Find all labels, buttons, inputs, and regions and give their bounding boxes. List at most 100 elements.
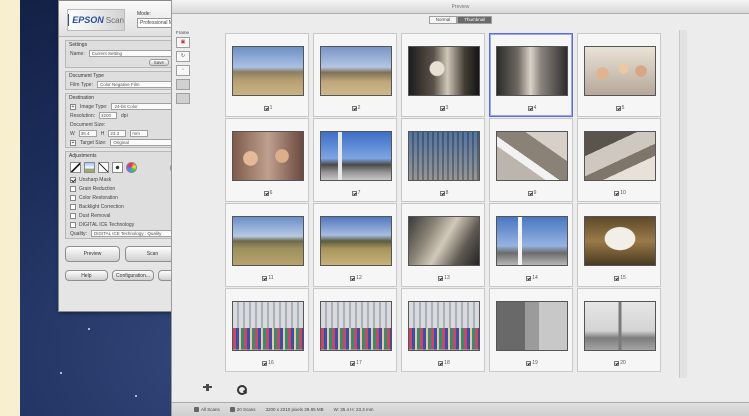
frame-label: 10 bbox=[604, 190, 636, 196]
thumbnail-image[interactable] bbox=[584, 46, 656, 96]
dimension-readout: W: 35.4 H: 23.3 mm bbox=[333, 407, 374, 412]
checkbox[interactable] bbox=[70, 221, 76, 228]
image-adjustment-icon[interactable] bbox=[84, 162, 95, 173]
zoom-icon[interactable] bbox=[236, 384, 247, 395]
expand-target-size-icon[interactable]: + bbox=[70, 139, 76, 146]
frame-checkbox[interactable] bbox=[438, 360, 444, 366]
thumbnail-frame[interactable]: 9 bbox=[489, 118, 573, 202]
frame-checkbox[interactable] bbox=[351, 190, 357, 196]
thumbnail-frame[interactable]: 10 bbox=[577, 118, 661, 202]
frame-checkbox[interactable] bbox=[614, 360, 620, 366]
color-balance-icon[interactable] bbox=[126, 162, 137, 173]
frame-checkbox[interactable] bbox=[614, 190, 620, 196]
save-setting-button[interactable]: Save bbox=[148, 59, 169, 66]
thumbnail-frame[interactable]: 3 bbox=[401, 33, 485, 117]
configuration-button[interactable]: Configuration... bbox=[111, 270, 155, 281]
color-palette-icon[interactable] bbox=[112, 162, 123, 173]
thumbnail-frame[interactable]: 18 bbox=[401, 288, 485, 372]
checkbox-label: Color Restoration bbox=[79, 194, 118, 201]
thumbnail-image[interactable] bbox=[584, 216, 656, 266]
thumbnail-image[interactable] bbox=[320, 131, 392, 181]
thumbnail-frame[interactable]: 20 bbox=[577, 288, 661, 372]
resolution-unit: dpi bbox=[121, 112, 128, 119]
thumbnail-image[interactable] bbox=[232, 131, 304, 181]
thumbnail-frame[interactable]: 7 bbox=[313, 118, 397, 202]
checkbox[interactable] bbox=[70, 194, 76, 201]
frame-checkbox[interactable] bbox=[350, 360, 356, 366]
height-input[interactable]: 23.3 bbox=[108, 130, 127, 137]
thumbnail-frame[interactable]: 5 bbox=[577, 33, 661, 117]
thumbnail-image[interactable] bbox=[320, 46, 392, 96]
checkbox[interactable] bbox=[70, 203, 76, 210]
tab-normal[interactable]: Normal bbox=[428, 16, 458, 24]
thumbnail-frame[interactable]: 2 bbox=[313, 33, 397, 117]
frame-checkbox[interactable] bbox=[527, 105, 533, 111]
checkbox[interactable] bbox=[70, 185, 76, 192]
thumbnail-frame[interactable]: 19 bbox=[489, 288, 573, 372]
expand-image-type-icon[interactable]: + bbox=[70, 103, 76, 110]
thumbnail-image[interactable] bbox=[496, 46, 568, 96]
thumbnail-image[interactable] bbox=[496, 301, 568, 351]
rotate-icon[interactable]: ↻ bbox=[176, 51, 190, 62]
thumbnail-frame[interactable]: 4 bbox=[489, 33, 573, 117]
marquee-icon[interactable] bbox=[176, 93, 190, 104]
tab-thumbnail[interactable]: Thumbnail bbox=[457, 16, 493, 24]
thumbnail-frame[interactable]: 8 bbox=[401, 118, 485, 202]
frame-checkbox[interactable] bbox=[526, 360, 532, 366]
frame-checkbox[interactable] bbox=[263, 105, 269, 111]
preview-toolbar bbox=[172, 378, 749, 402]
width-input[interactable]: 35.4 bbox=[78, 130, 97, 137]
thumbnail-frame[interactable]: 16 bbox=[225, 288, 309, 372]
thumbnail-image[interactable] bbox=[408, 216, 480, 266]
frame-checkbox[interactable] bbox=[438, 275, 444, 281]
frame-checkbox[interactable] bbox=[350, 275, 356, 281]
thumbnail-frame[interactable]: 13 bbox=[401, 203, 485, 287]
help-button[interactable]: Help bbox=[65, 270, 108, 281]
thumbnail-frame[interactable]: 1 bbox=[225, 33, 309, 117]
checkbox[interactable] bbox=[70, 212, 76, 219]
preview-button[interactable]: Preview bbox=[65, 246, 120, 262]
frame-checkbox[interactable] bbox=[263, 190, 269, 196]
pin-icon[interactable] bbox=[202, 384, 213, 395]
thumbnail-frame[interactable]: 6 bbox=[225, 118, 309, 202]
film-type-label: Film Type: bbox=[70, 81, 93, 88]
frame-checkbox[interactable] bbox=[439, 105, 445, 111]
frame-checkbox[interactable] bbox=[262, 360, 268, 366]
flip-icon[interactable] bbox=[176, 79, 190, 90]
thumbnail-frame[interactable]: 12 bbox=[313, 203, 397, 287]
frame-checkbox[interactable] bbox=[262, 275, 268, 281]
frame-checkbox[interactable] bbox=[351, 105, 357, 111]
thumbnail-frame[interactable]: 14 bbox=[489, 203, 573, 287]
thumbnail-image[interactable] bbox=[320, 301, 392, 351]
histogram-adjustment-icon[interactable] bbox=[70, 162, 81, 173]
thumbnail-image[interactable] bbox=[232, 46, 304, 96]
frame-checkbox[interactable] bbox=[615, 105, 621, 111]
thumbnail-image[interactable] bbox=[232, 216, 304, 266]
thumbnail-image[interactable] bbox=[232, 301, 304, 351]
checkbox[interactable] bbox=[70, 176, 76, 183]
checkbox-label: Backlight Correction bbox=[79, 203, 124, 210]
thumbnail-frame[interactable]: 15 bbox=[577, 203, 661, 287]
tone-correction-icon[interactable] bbox=[98, 162, 109, 173]
thumbnail-image[interactable] bbox=[496, 131, 568, 181]
thumbnail-image[interactable] bbox=[320, 216, 392, 266]
thumbnail-image[interactable] bbox=[408, 301, 480, 351]
frame-checkbox[interactable] bbox=[527, 190, 533, 196]
thumbnail-image[interactable] bbox=[496, 216, 568, 266]
unit-select[interactable]: mm bbox=[130, 130, 149, 137]
thumbnail-image[interactable] bbox=[408, 131, 480, 181]
frame-checkbox[interactable] bbox=[439, 190, 445, 196]
thumbnail-image[interactable] bbox=[584, 301, 656, 351]
thumbnail-grid: 1 2 3 4 5 6 7 8 9 10 11 12 13 14 15 16 17 18 19 20 bbox=[225, 33, 671, 373]
checkbox-label: DIGITAL ICE Technology bbox=[79, 221, 135, 228]
thumbnail-frame[interactable]: 17 bbox=[313, 288, 397, 372]
select-all-frames-icon[interactable]: ▣ bbox=[176, 37, 190, 48]
resolution-select[interactable]: 3200 bbox=[99, 112, 118, 119]
thumbnail-image[interactable] bbox=[408, 46, 480, 96]
frame-checkbox[interactable] bbox=[526, 275, 532, 281]
thumbnail-image[interactable] bbox=[584, 131, 656, 181]
thumbnail-frame[interactable]: 11 bbox=[225, 203, 309, 287]
invert-icon[interactable]: ▫ bbox=[176, 65, 190, 76]
vertical-scrollbar[interactable] bbox=[679, 30, 687, 380]
frame-checkbox[interactable] bbox=[614, 275, 620, 281]
